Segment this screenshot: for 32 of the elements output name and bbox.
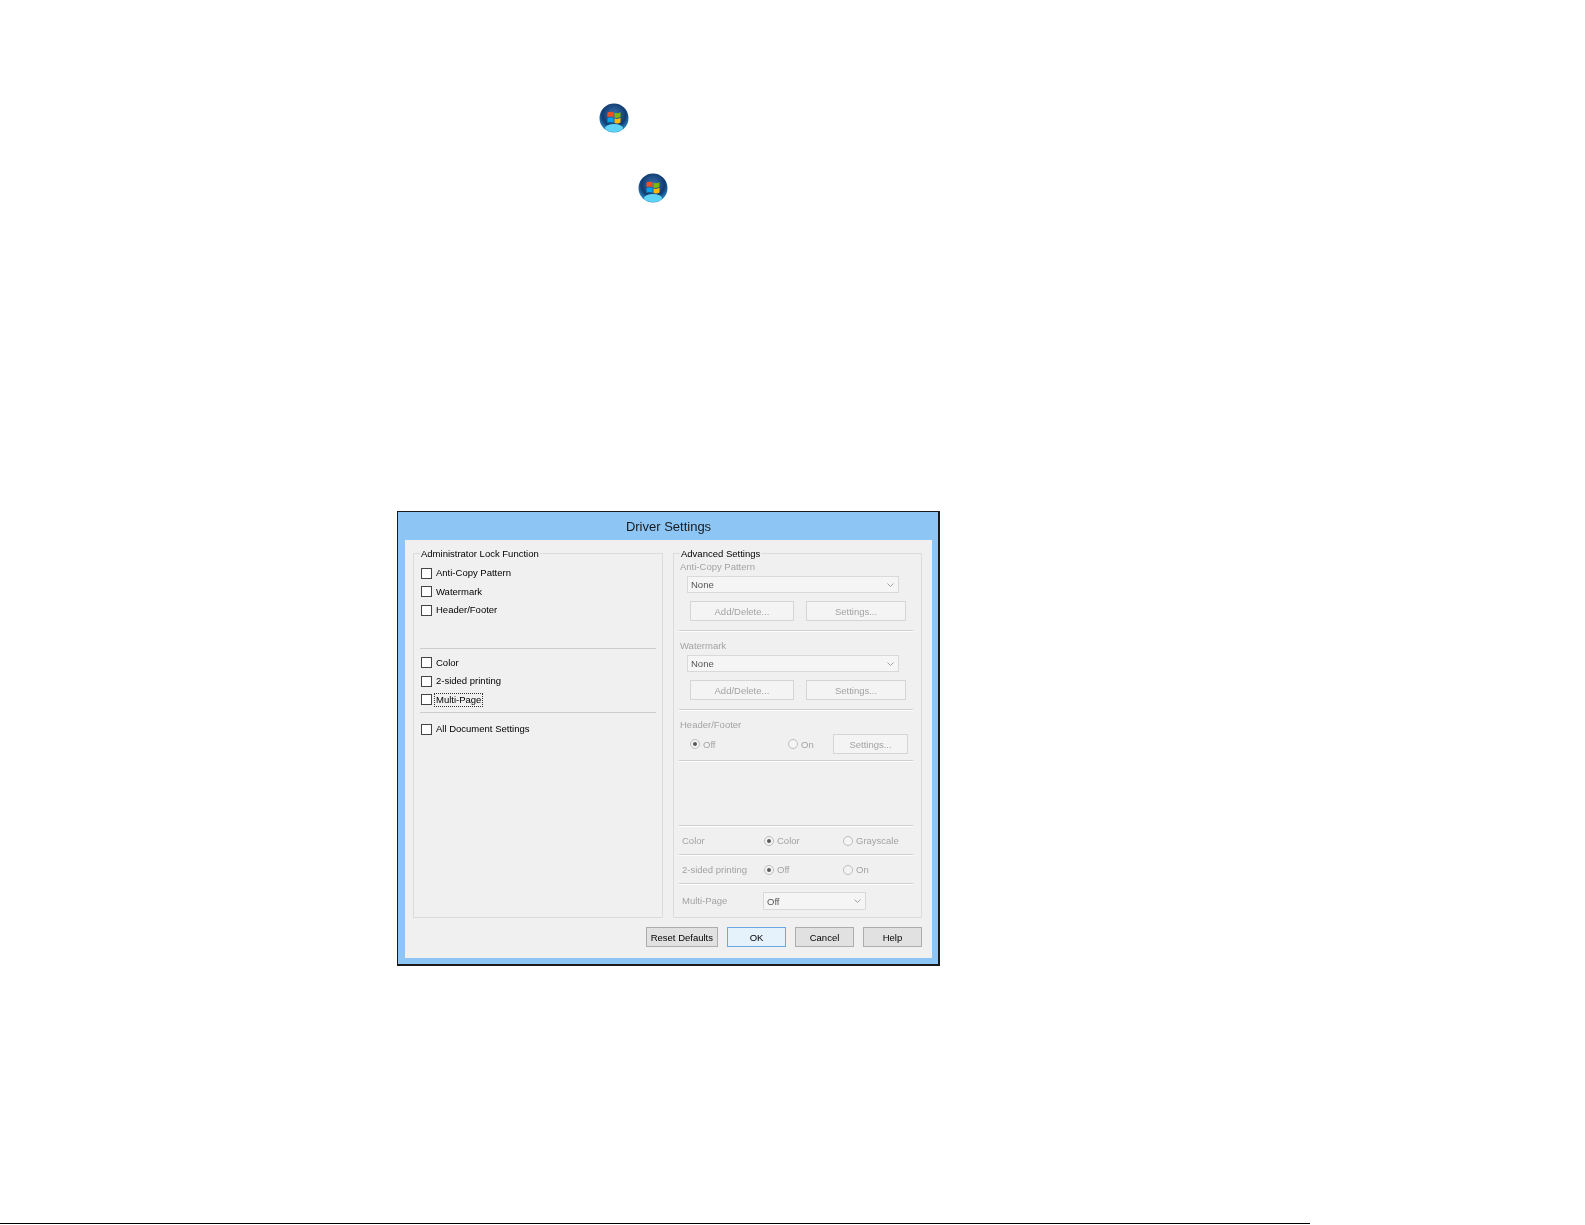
field-label: 2-sided printing [682,862,748,877]
dialog-button[interactable]: Reset Defaults [645,927,718,947]
checkbox[interactable] [421,567,432,579]
dialog-button[interactable]: Help [863,927,922,947]
caret-icon [887,661,894,666]
start-orb-icon [638,173,668,203]
start-orb-icon [599,103,629,133]
checkbox-label[interactable]: 2-sided printing [435,675,502,688]
checkbox[interactable] [421,723,432,735]
checkbox-label[interactable]: Watermark [435,585,484,598]
checkbox-label[interactable]: Header/Footer [435,604,499,617]
checkbox[interactable] [421,675,432,687]
checkbox[interactable] [421,586,432,598]
field-label: Header/Footer [680,718,743,732]
caret-icon [887,582,894,587]
dialog-button[interactable]: Cancel [795,927,854,947]
window-title: Driver Settings [625,518,712,534]
group-title: Administrator Lock Function [420,547,540,560]
field-label: Color [682,833,706,848]
checkbox-label[interactable]: Anti-Copy Pattern [435,567,512,580]
group-title: Advanced Settings [680,547,762,560]
checkbox[interactable] [421,694,432,706]
field-label: Multi-Page [682,894,729,908]
caret-icon [854,899,861,903]
field-label: Anti-Copy Pattern [680,560,756,574]
checkbox[interactable] [421,604,432,616]
checkbox-label[interactable]: Color [435,656,460,669]
checkbox[interactable] [421,657,432,669]
checkbox-label[interactable]: Multi-Page [435,693,483,706]
field-label: Watermark [680,639,728,653]
dialog-button[interactable]: OK [727,927,786,947]
checkbox-label[interactable]: All Document Settings [435,723,531,736]
